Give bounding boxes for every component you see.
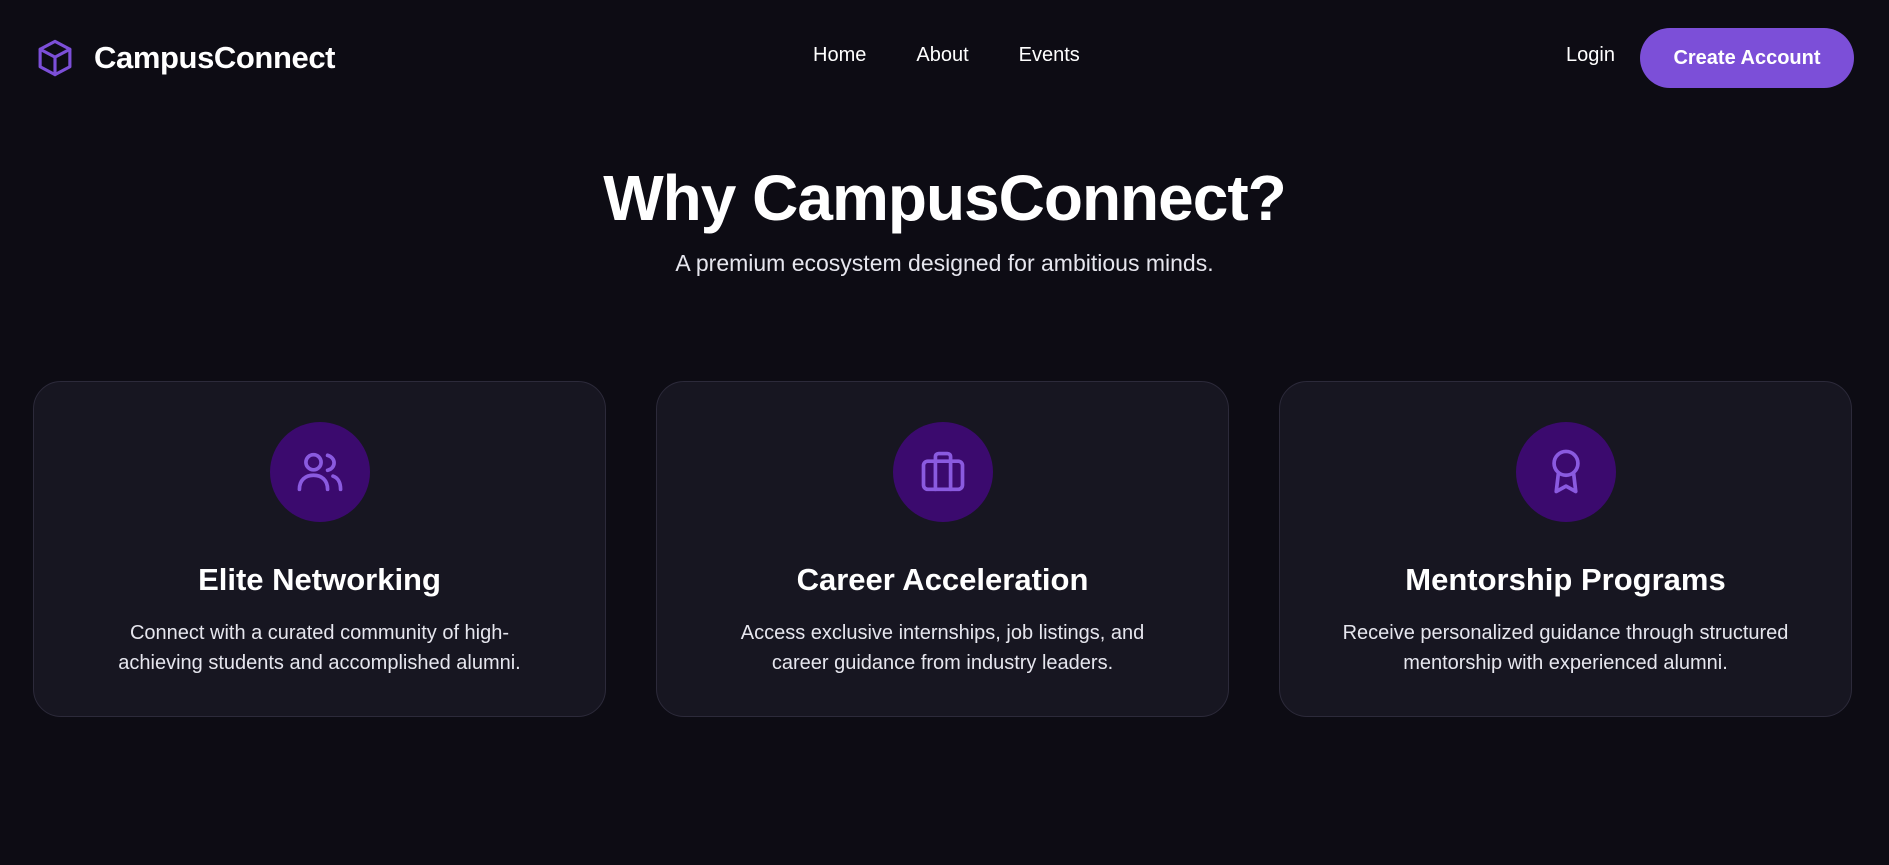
feature-description: Connect with a curated community of high… bbox=[118, 622, 521, 674]
feature-card-networking: Elite Networking Connect with a curated … bbox=[33, 381, 606, 717]
briefcase-icon bbox=[921, 451, 965, 492]
feature-icon-badge bbox=[270, 422, 370, 522]
feature-card-mentorship: Mentorship Programs Receive personalized… bbox=[1279, 381, 1852, 717]
page-title: Why CampusConnect? bbox=[603, 162, 1286, 234]
create-account-button[interactable]: Create Account bbox=[1640, 28, 1854, 88]
cube-icon bbox=[38, 39, 72, 77]
feature-title: Mentorship Programs bbox=[1405, 562, 1726, 597]
award-icon bbox=[1552, 449, 1580, 494]
nav-link-events[interactable]: Events bbox=[1019, 44, 1080, 67]
feature-description: Access exclusive internships, job listin… bbox=[740, 622, 1145, 674]
login-link[interactable]: Login bbox=[1566, 44, 1615, 67]
top-navbar: CampusConnect Home About Events Login Cr… bbox=[0, 0, 1889, 118]
feature-description: Receive personalized guidance through st… bbox=[1342, 622, 1789, 674]
users-icon bbox=[297, 452, 343, 492]
brand-logo[interactable]: CampusConnect bbox=[34, 36, 336, 80]
nav-link-home[interactable]: Home bbox=[813, 44, 866, 67]
page-subtitle: A premium ecosystem designed for ambitio… bbox=[675, 250, 1214, 276]
hero-section: Why CampusConnect? A premium ecosystem d… bbox=[0, 160, 1889, 277]
feature-title: Elite Networking bbox=[198, 562, 441, 597]
feature-cards: Elite Networking Connect with a curated … bbox=[33, 381, 1852, 717]
nav-link-about[interactable]: About bbox=[916, 44, 968, 67]
primary-nav: Home About Events bbox=[813, 44, 1080, 67]
brand-name: CampusConnect bbox=[94, 40, 336, 75]
feature-title: Career Acceleration bbox=[796, 562, 1089, 597]
feature-card-career: Career Acceleration Access exclusive int… bbox=[656, 381, 1229, 717]
feature-icon-badge bbox=[1516, 422, 1616, 522]
feature-icon-badge bbox=[893, 422, 993, 522]
